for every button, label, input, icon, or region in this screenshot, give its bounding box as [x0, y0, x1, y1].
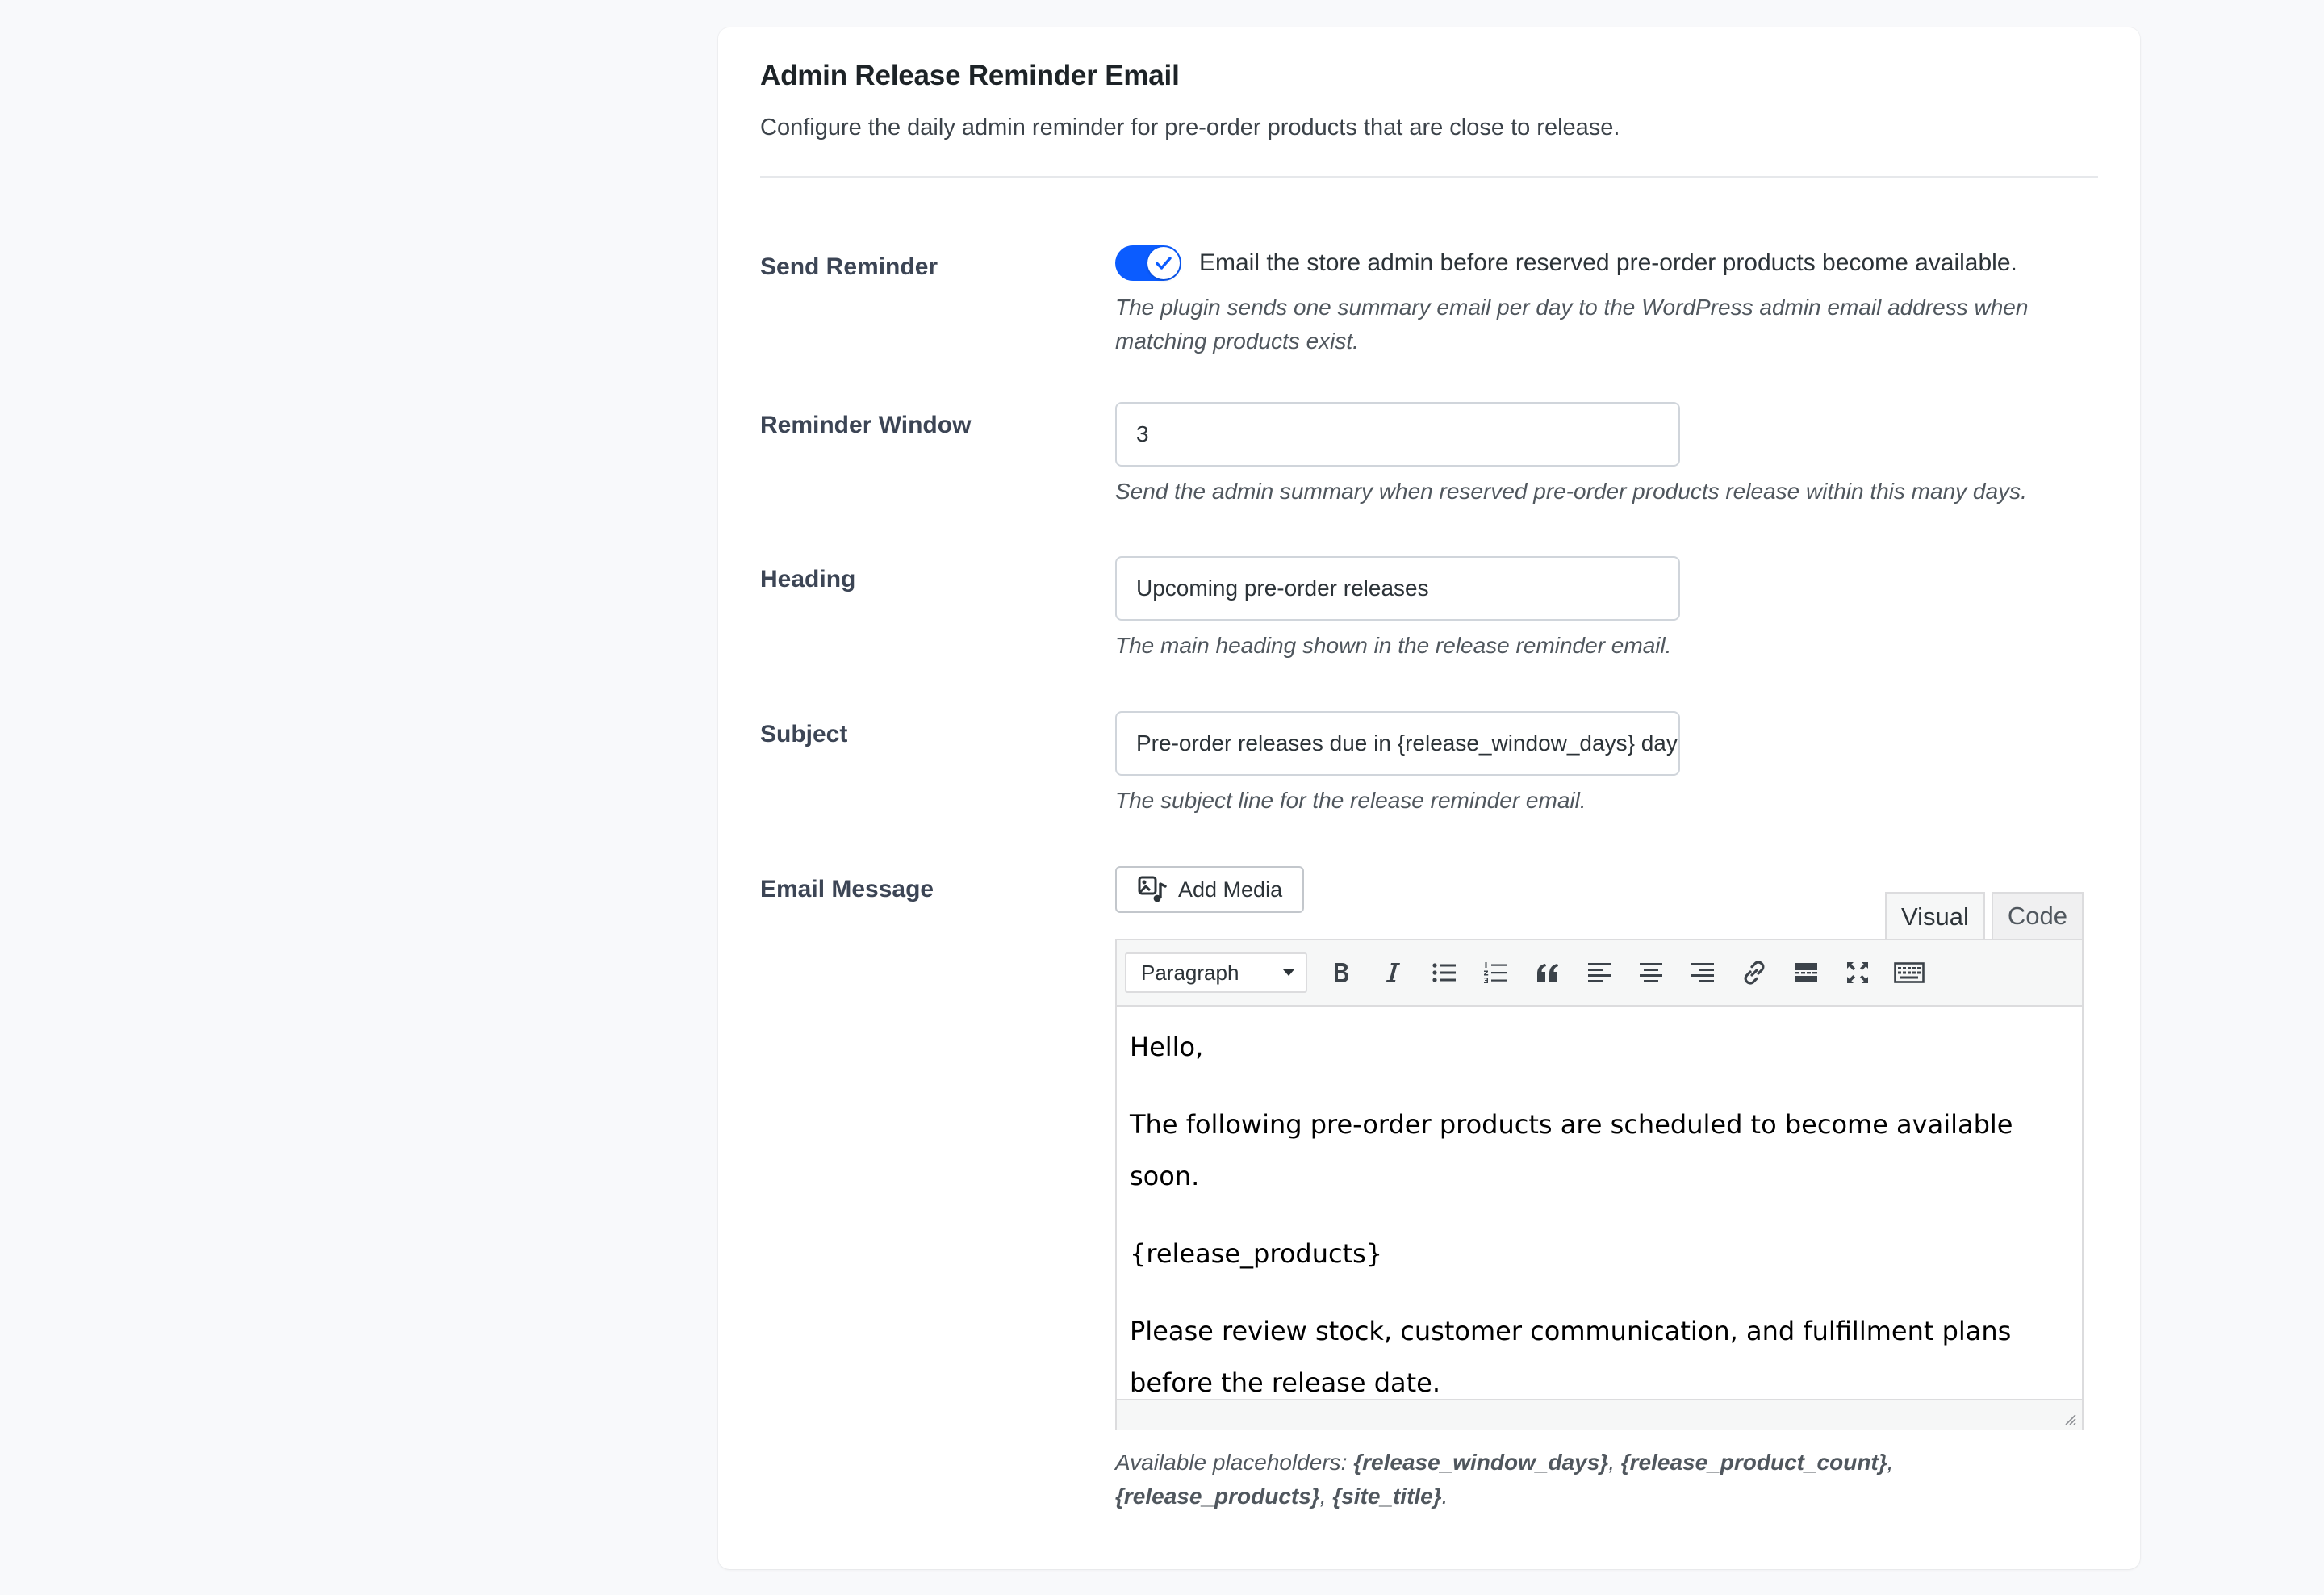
link-button[interactable] — [1735, 953, 1774, 992]
align-center-icon — [1640, 963, 1662, 982]
send-reminder-toggle[interactable] — [1115, 245, 1181, 281]
settings-card: Admin Release Reminder Email Configure t… — [718, 27, 2140, 1569]
message-paragraph: The following pre-order products are sch… — [1130, 1109, 2013, 1191]
section-title: Admin Release Reminder Email — [760, 60, 1180, 91]
send-reminder-field: Email the store admin before reserved pr… — [1115, 245, 2100, 358]
blockquote-icon — [1537, 964, 1558, 982]
format-select[interactable]: Paragraph — [1125, 952, 1307, 993]
message-paragraph: {release_products} — [1130, 1238, 1383, 1269]
editor-tabs: Visual Code — [1879, 892, 2084, 940]
italic-button[interactable] — [1373, 953, 1412, 992]
reminder-window-help: Send the admin summary when reserved pre… — [1115, 479, 2027, 504]
heading-input[interactable]: Upcoming pre-order releases — [1115, 556, 1680, 621]
italic-icon — [1386, 963, 1400, 982]
reminder-window-field: 3 Send the admin summary when reserved p… — [1115, 402, 2084, 509]
dropdown-arrow-icon — [1283, 969, 1294, 976]
toolbar-toggle-button[interactable] — [1890, 953, 1929, 992]
toolbar-toggle-icon — [1894, 962, 1925, 983]
align-left-icon — [1588, 963, 1611, 982]
email-message-field: Add Media Visual Code Paragraph Hello, T… — [1115, 866, 2084, 1536]
subject-label: Subject — [760, 721, 848, 747]
fullscreen-icon — [1847, 962, 1868, 983]
editor-content[interactable]: Hello, The following pre-order products … — [1117, 1007, 2082, 1399]
numbered-list-icon — [1484, 962, 1507, 983]
placeholder-token: {release_window_days} — [1353, 1450, 1609, 1475]
read-more-button[interactable] — [1787, 953, 1825, 992]
heading-label: Heading — [760, 566, 856, 592]
send-reminder-label: Send Reminder — [760, 253, 938, 280]
message-paragraph: Please review stock, customer communicat… — [1130, 1316, 2012, 1398]
link-icon — [1744, 961, 1765, 985]
align-left-button[interactable] — [1580, 953, 1619, 992]
align-right-button[interactable] — [1683, 953, 1722, 992]
align-right-icon — [1691, 963, 1714, 982]
tab-code[interactable]: Code — [1991, 892, 2084, 939]
placeholder-token: {release_products} — [1115, 1484, 1320, 1509]
section-description: Configure the daily admin reminder for p… — [760, 115, 1620, 140]
format-select-value: Paragraph — [1141, 960, 1239, 985]
bullet-list-icon — [1432, 963, 1456, 982]
resize-handle-icon[interactable] — [2063, 1412, 2077, 1426]
read-more-icon — [1795, 963, 1817, 982]
send-reminder-toggle-row[interactable]: Email the store admin before reserved pr… — [1115, 245, 2100, 281]
subject-field: Pre-order releases due in {release_windo… — [1115, 711, 2084, 818]
add-media-button[interactable]: Add Media — [1115, 866, 1304, 913]
bullet-list-button[interactable] — [1425, 953, 1464, 992]
placeholders-intro: Available placeholders: — [1115, 1450, 1354, 1475]
placeholder-token: {release_product_count} — [1620, 1450, 1887, 1475]
add-media-label: Add Media — [1178, 877, 1283, 902]
blockquote-button[interactable] — [1528, 953, 1567, 992]
bold-icon — [1335, 963, 1348, 982]
tab-visual[interactable]: Visual — [1885, 892, 1985, 940]
checkmark-icon — [1156, 257, 1172, 270]
editor-toolbar: Paragraph — [1117, 940, 2082, 1007]
rich-text-editor: Paragraph Hello, The following pre-order… — [1115, 939, 2084, 1430]
editor-statusbar — [1117, 1399, 2082, 1430]
placeholder-token: {site_title} — [1332, 1484, 1442, 1509]
placeholders-help: Available placeholders: {release_window_… — [1115, 1450, 1894, 1509]
heading-field: Upcoming pre-order releases The main hea… — [1115, 556, 2084, 663]
toggle-knob — [1147, 247, 1180, 279]
message-paragraph: Hello, — [1130, 1032, 1204, 1062]
numbered-list-button[interactable] — [1477, 953, 1515, 992]
reminder-window-label: Reminder Window — [760, 412, 972, 438]
send-reminder-help: The plugin sends one summary email per d… — [1115, 295, 2029, 354]
reminder-window-input[interactable]: 3 — [1115, 402, 1680, 467]
fullscreen-button[interactable] — [1838, 953, 1877, 992]
subject-input[interactable]: Pre-order releases due in {release_windo… — [1115, 711, 1680, 776]
send-reminder-toggle-text: Email the store admin before reserved pr… — [1199, 249, 2017, 276]
bold-button[interactable] — [1322, 953, 1361, 992]
media-icon — [1138, 876, 1167, 902]
align-center-button[interactable] — [1632, 953, 1670, 992]
subject-help: The subject line for the release reminde… — [1115, 788, 1586, 813]
heading-help: The main heading shown in the release re… — [1115, 633, 1672, 658]
email-message-label: Email Message — [760, 876, 934, 902]
divider — [760, 176, 2098, 178]
